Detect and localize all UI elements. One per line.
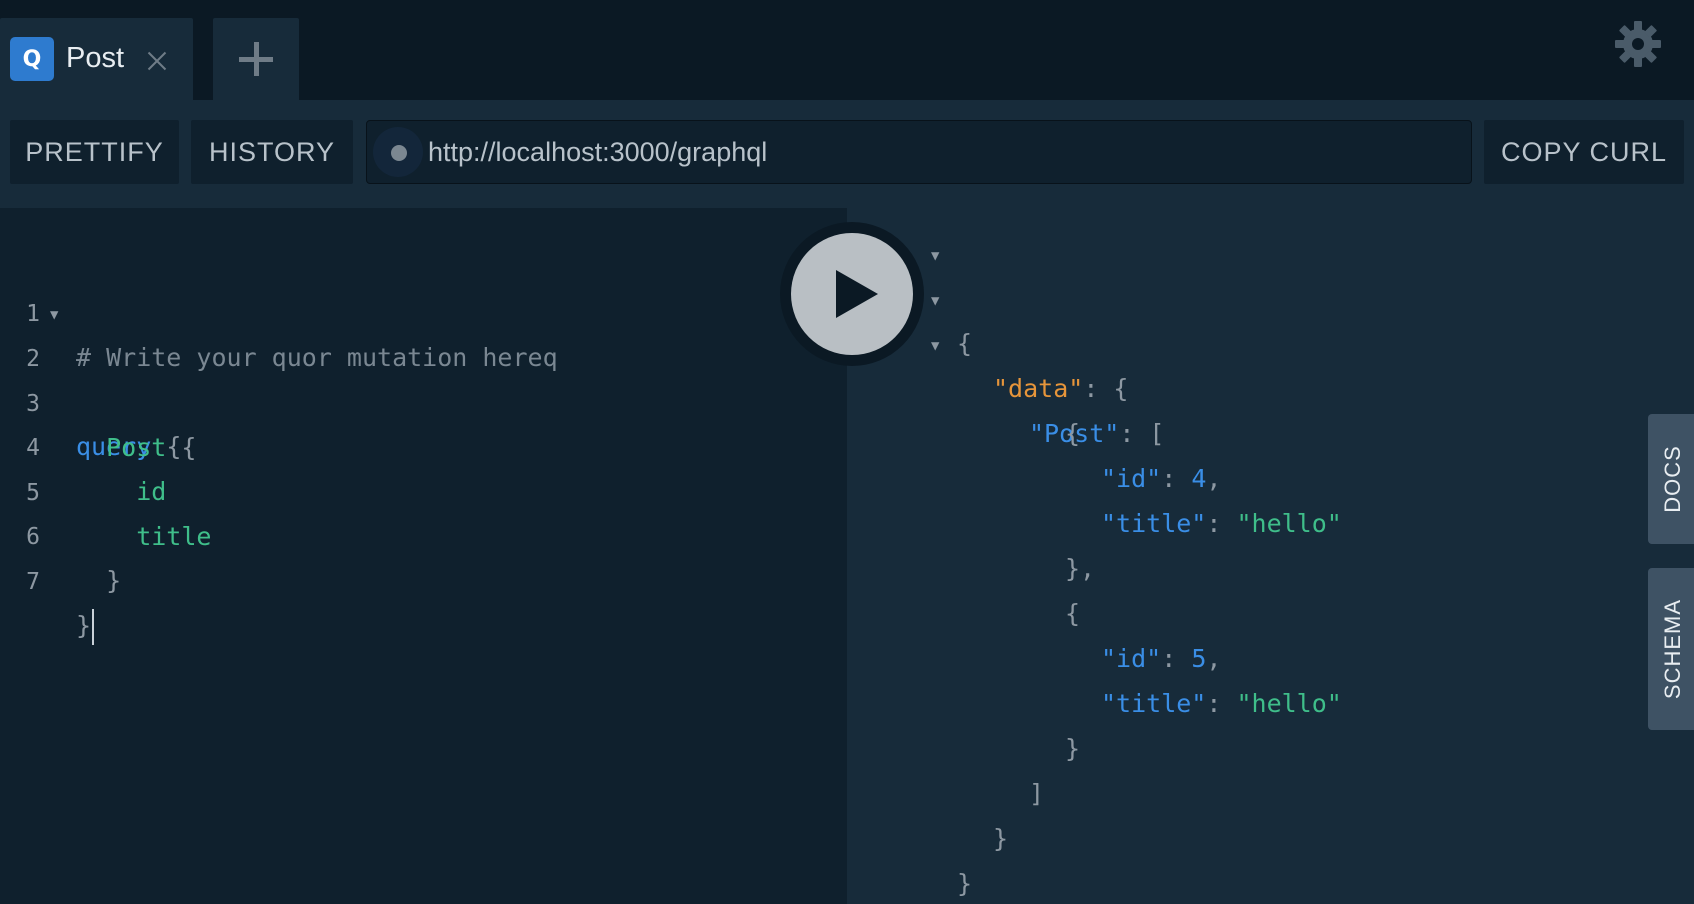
- docs-tab-label: DOCS: [1660, 445, 1685, 513]
- result-line: ]: [1029, 779, 1045, 808]
- copy-curl-button[interactable]: COPY CURL: [1484, 120, 1684, 184]
- code-punctuation: }: [76, 611, 92, 640]
- editor-line: 7 }: [0, 516, 847, 645]
- json-key-title: "title": [1101, 509, 1207, 538]
- editor-line: 3 Post {: [0, 338, 847, 462]
- status-indicator: [373, 127, 423, 177]
- result-line: "title": "hello": [1101, 689, 1342, 718]
- editor-line: 2 ▼ query {: [0, 293, 847, 461]
- gear-icon[interactable]: [1614, 20, 1662, 68]
- json-value-title: "hello": [1236, 689, 1342, 718]
- result-line: }: [957, 869, 973, 898]
- result-line: "id": 4,: [1101, 464, 1222, 493]
- fold-arrow-icon[interactable]: ▼: [50, 293, 58, 337]
- fold-arrow-icon[interactable]: ▼: [931, 279, 939, 323]
- result-line: }: [993, 824, 1009, 853]
- json-key-id: "id": [1101, 464, 1162, 493]
- json-key-data: "data": [993, 374, 1084, 403]
- prettify-button[interactable]: PRETTIFY: [10, 120, 179, 184]
- query-editor[interactable]: 1 # Write your quor mutation hereq 2 ▼ q…: [0, 208, 847, 904]
- fold-arrow-icon[interactable]: ▼: [931, 234, 939, 278]
- editor-line: 4 id: [0, 382, 847, 506]
- endpoint-url[interactable]: http://localhost:3000/graphql: [428, 133, 767, 171]
- json-value-id: 5: [1191, 644, 1207, 673]
- tab-bar: Q Post: [0, 0, 1694, 100]
- json-key-title: "title": [1101, 689, 1207, 718]
- json-brace: {: [957, 329, 973, 358]
- line-number: 7: [26, 569, 40, 595]
- docs-tab[interactable]: DOCS: [1648, 414, 1694, 544]
- text-cursor: [92, 609, 95, 645]
- result-line: "title": "hello": [1101, 509, 1342, 538]
- result-line: {: [1065, 419, 1081, 448]
- run-button[interactable]: [791, 233, 913, 355]
- result-line: }: [1065, 734, 1081, 763]
- toolbar: PRETTIFY HISTORY http://localhost:3000/g…: [0, 100, 1694, 208]
- json-value-title: "hello": [1236, 509, 1342, 538]
- json-key-id: "id": [1101, 644, 1162, 673]
- run-button-ring: [780, 222, 924, 366]
- fold-arrow-icon[interactable]: ▼: [931, 324, 939, 368]
- tab-post[interactable]: Q Post: [0, 18, 193, 100]
- endpoint-input[interactable]: http://localhost:3000/graphql: [366, 120, 1472, 184]
- tab-label: Post: [66, 42, 125, 74]
- query-badge: Q: [10, 37, 54, 81]
- schema-tab-label: SCHEMA: [1660, 598, 1685, 700]
- history-button[interactable]: HISTORY: [191, 120, 353, 184]
- result-viewer: ▼ { ▼ "data": { ▼ "Post": [ { "id": 4, "…: [847, 208, 1694, 904]
- close-icon[interactable]: [145, 49, 169, 73]
- status-dot-icon: [391, 145, 407, 161]
- editor-line: 6 }: [0, 471, 847, 595]
- json-value-id: 4: [1191, 464, 1207, 493]
- play-icon: [836, 270, 878, 318]
- graphql-playground: Q Post PRETTIFY HISTORY http://localhost…: [0, 0, 1694, 904]
- add-tab-button[interactable]: [213, 18, 299, 100]
- editor-line: 5 title: [0, 427, 847, 551]
- schema-tab[interactable]: SCHEMA: [1648, 568, 1694, 730]
- result-line: },: [1065, 554, 1096, 583]
- result-line: {: [1065, 599, 1081, 628]
- result-line: "id": 5,: [1101, 644, 1222, 673]
- editor-line: 1 # Write your quor mutation hereq: [0, 248, 847, 372]
